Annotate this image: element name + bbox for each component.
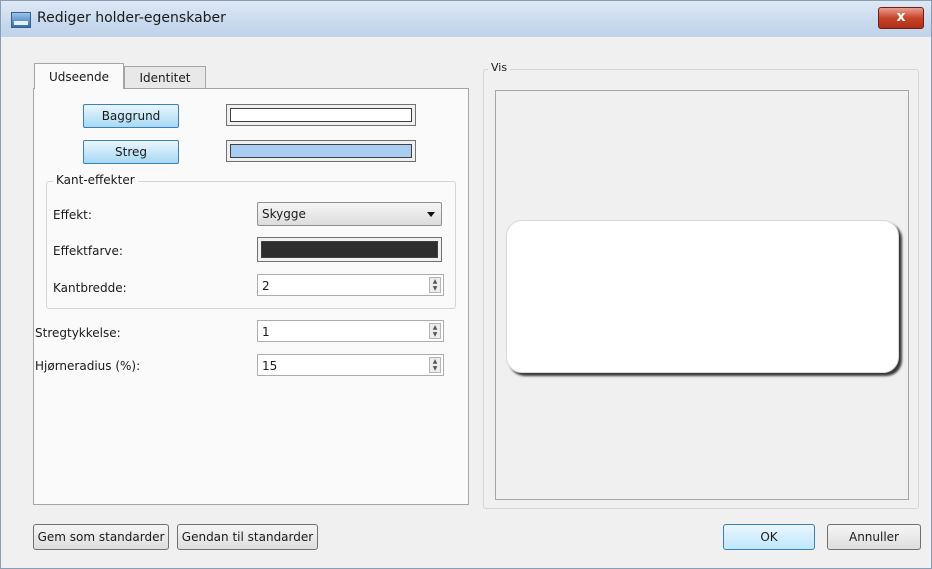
edge-width-value: 2 <box>262 279 270 293</box>
reset-to-default-button[interactable]: Gendan til standarder <box>177 524 318 550</box>
spin-up-icon[interactable]: ▲ <box>430 324 440 331</box>
corner-radius-value: 15 <box>262 359 278 373</box>
spin-buttons[interactable]: ▲ ▼ <box>429 323 441 339</box>
effect-color-label: Effektfarve: <box>53 244 123 258</box>
tab-appearance[interactable]: Udseende <box>34 63 124 89</box>
save-as-default-button[interactable]: Gem som standarder <box>33 524 169 550</box>
stroke-color-swatch[interactable] <box>226 140 416 162</box>
stroke-thickness-stepper[interactable]: 1 ▲ ▼ <box>257 320 444 342</box>
effect-select-value: Skygge <box>262 207 306 221</box>
tab-identity[interactable]: Identitet <box>124 66 206 88</box>
edge-width-stepper[interactable]: 2 ▲ ▼ <box>257 274 444 296</box>
stroke-thickness-value: 1 <box>262 325 270 339</box>
preview-title: Vis <box>488 61 511 74</box>
dialog-window: Rediger holder-egenskaber x Udseende Ide… <box>0 0 932 569</box>
close-button[interactable]: x <box>878 7 924 29</box>
effect-select[interactable]: Skygge <box>257 202 442 226</box>
window-title: Rediger holder-egenskaber <box>37 10 226 26</box>
chevron-down-icon <box>427 212 435 217</box>
effect-label: Effekt: <box>53 208 92 222</box>
corner-radius-label: Hjørneradius (%): <box>35 359 141 373</box>
stroke-color-button[interactable]: Streg <box>83 140 179 164</box>
ok-button[interactable]: OK <box>723 524 815 550</box>
background-color-fill <box>230 108 412 122</box>
spin-buttons[interactable]: ▲ ▼ <box>429 357 441 373</box>
window-icon <box>11 12 31 28</box>
effect-color-fill <box>261 241 438 258</box>
background-color-swatch[interactable] <box>226 104 416 126</box>
background-color-button[interactable]: Baggrund <box>83 104 179 128</box>
edge-effects-title: Kant-effekter <box>53 173 138 187</box>
spin-down-icon[interactable]: ▼ <box>430 365 440 372</box>
spin-up-icon[interactable]: ▲ <box>430 358 440 365</box>
spin-buttons[interactable]: ▲ ▼ <box>429 277 441 293</box>
effect-color-swatch[interactable] <box>257 237 442 262</box>
stroke-thickness-label: Stregtykkelse: <box>35 326 121 340</box>
spin-up-icon[interactable]: ▲ <box>430 278 440 285</box>
title-bar[interactable]: Rediger holder-egenskaber x <box>1 1 931 37</box>
edge-width-label: Kantbredde: <box>53 281 127 295</box>
corner-radius-stepper[interactable]: 15 ▲ ▼ <box>257 354 444 376</box>
stroke-color-fill <box>230 144 412 158</box>
preview-container-shape <box>506 220 899 373</box>
cancel-button[interactable]: Annuller <box>827 524 921 550</box>
spin-down-icon[interactable]: ▼ <box>430 285 440 292</box>
spin-down-icon[interactable]: ▼ <box>430 331 440 338</box>
